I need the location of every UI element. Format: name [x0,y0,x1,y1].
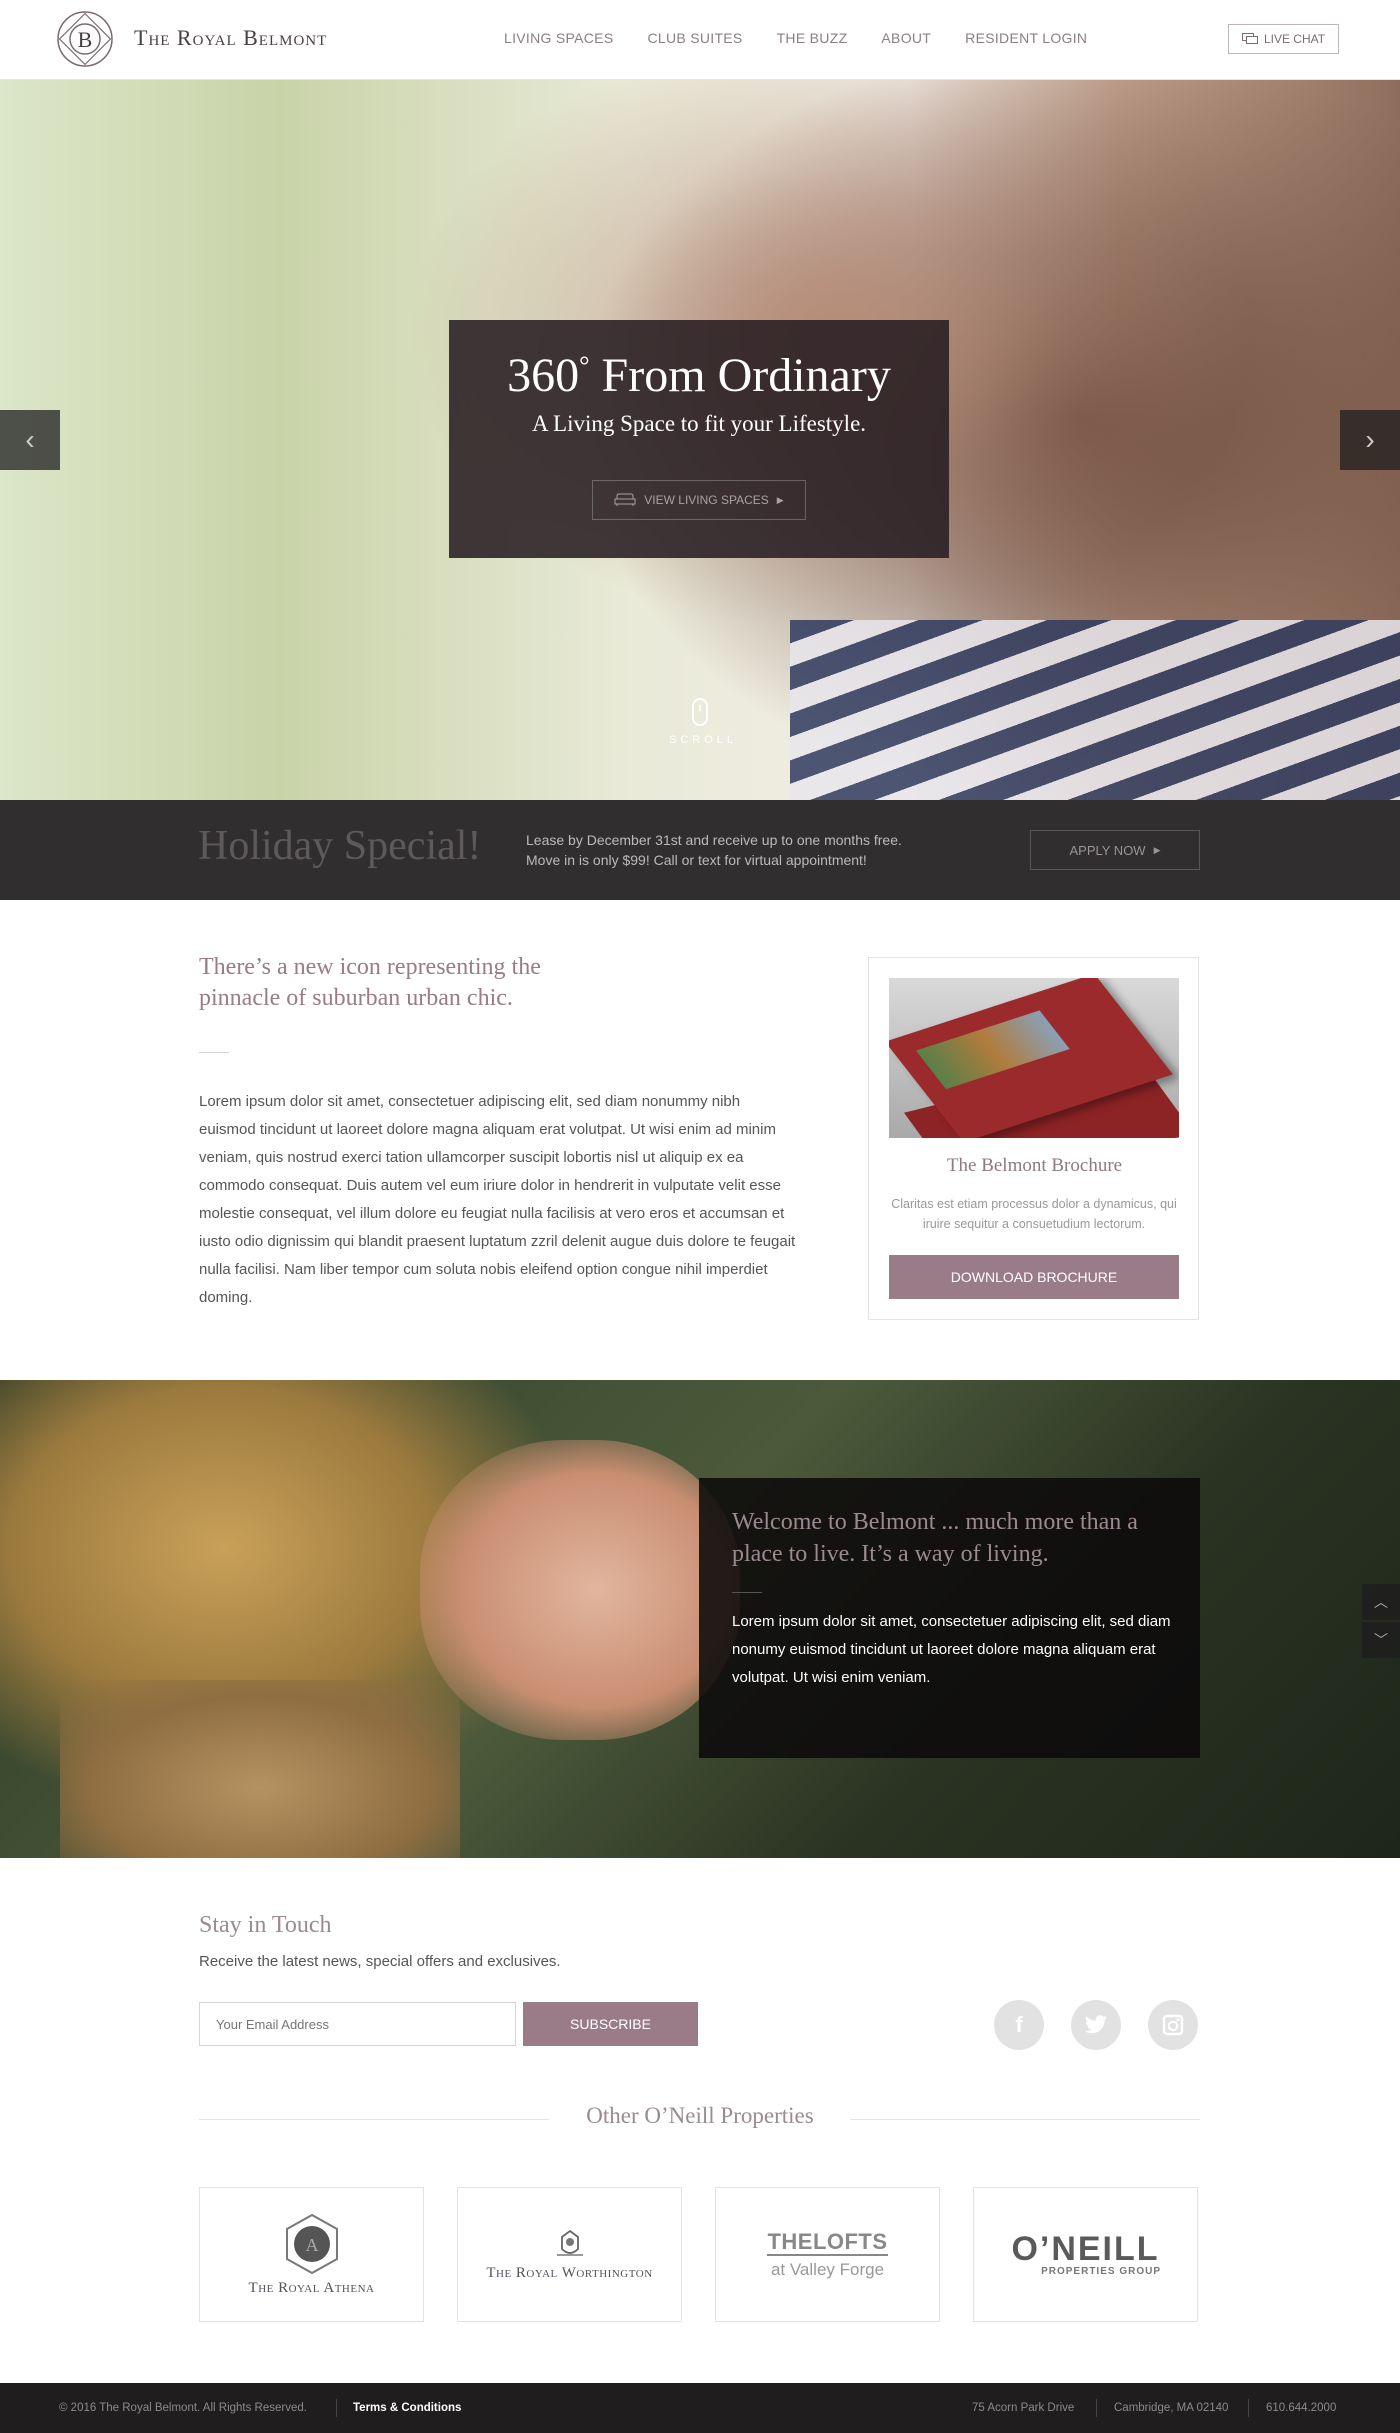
sofa-icon [614,493,636,506]
view-living-spaces-button[interactable]: View Living Spaces ▶ [592,480,806,520]
nav-club-suites[interactable]: Club Suites [647,30,742,46]
scroll-indicator[interactable]: SCROLL [669,698,733,746]
holiday-title: Holiday Special! [198,823,482,869]
divider [1096,2399,1097,2417]
caret-right-icon: ▶ [776,494,784,505]
holiday-line-1: Lease by December 31st and receive up to… [526,832,902,848]
nav-the-buzz[interactable]: The Buzz [777,30,848,46]
scroll-label: SCROLL [669,734,738,746]
hero-slider: ‹ › 360° From Ordinary A Living Space to… [0,80,1400,800]
mouse-icon [692,698,708,726]
apply-now-button[interactable]: Apply Now ▶ [1030,830,1200,870]
email-input[interactable] [199,2002,516,2046]
nav-about[interactable]: About [881,30,931,46]
welcome-photo-detail [60,1680,460,1858]
download-brochure-button[interactable]: Download Brochure [889,1255,1179,1299]
divider [1248,2399,1249,2417]
worthington-crest-icon [556,2229,583,2256]
twitter-icon[interactable] [1071,2000,1121,2050]
holiday-banner: Holiday Special! Lease by December 31st … [0,800,1400,900]
main-nav: Living Spaces Club Suites The Buzz About… [504,30,1121,46]
caret-right-icon: ▶ [1153,844,1161,855]
logo-initial: B [78,27,93,52]
newsletter-title: Stay in Touch [199,1912,332,1938]
chat-bubble-icon [1241,33,1258,44]
live-chat-label: Live Chat [1263,32,1326,46]
newsletter-subtitle: Receive the latest news, special offers … [199,1953,561,1970]
brand-name[interactable]: The Royal Belmont [134,25,327,51]
intro-body: Lorem ipsum dolor sit amet, consectetuer… [199,1093,796,1306]
oneill-logo-text: O’NEILL [1011,2230,1160,2268]
next-slide-arrow-icon[interactable]: › [1340,410,1400,470]
property-card-athena[interactable]: A The Royal Athena [199,2187,424,2322]
property-card-worthington[interactable]: The Royal Worthington [457,2187,682,2322]
lofts-logo-subtext: at Valley Forge [770,2259,885,2279]
hero-title: 360° From Ordinary [507,349,891,402]
terms-link[interactable]: Terms & Conditions [353,2402,461,2414]
divider [336,2399,337,2417]
property-name: The Royal Athena [248,2280,375,2296]
footer-city: Cambridge, MA 02140 [1114,2402,1229,2414]
nav-living-spaces[interactable]: Living Spaces [504,30,613,46]
brand-crest-icon[interactable]: B [55,9,115,69]
view-living-spaces-label: View Living Spaces [644,493,769,507]
athena-logo-icon: A [285,2213,338,2275]
apply-now-label: Apply Now [1069,842,1146,858]
property-card-oneill[interactable]: O’NEILL PROPERTIES GROUP [973,2187,1198,2322]
other-properties-title: Other O’Neill Properties [586,2103,814,2128]
lofts-logo-text: THELOFTS [767,2228,888,2256]
footer-phone[interactable]: 610.644.2000 [1266,2402,1336,2414]
welcome-box: Welcome to Belmont ... much more than a … [699,1478,1200,1758]
property-card-lofts[interactable]: THELOFTS at Valley Forge [715,2187,940,2322]
hero-caption-box: 360° From Ordinary A Living Space to fit… [449,320,949,558]
brochure-card: The Belmont Brochure Claritas est etiam … [868,957,1199,1320]
divider [732,1592,762,1593]
live-chat-button[interactable]: Live Chat [1228,24,1339,54]
site-header: B The Royal Belmont Living Spaces Club S… [0,0,1400,80]
prev-slide-arrow-icon[interactable]: ‹ [0,410,60,470]
hero-photo-detail [790,620,1400,800]
hero-subtitle: A Living Space to fit your Lifestyle. [531,411,867,436]
nav-resident-login[interactable]: Resident Login [965,30,1087,46]
site-footer: © 2016 The Royal Belmont. All Rights Res… [0,2383,1400,2433]
brochure-title: The Belmont Brochure [946,1155,1123,1176]
facebook-icon[interactable]: f [994,2000,1044,2050]
property-name: The Royal Worthington [486,2265,653,2281]
divider [199,1052,229,1053]
holiday-line-2: Move in is only $99! Call or text for vi… [526,852,867,868]
oneill-logo-subtext: PROPERTIES GROUP [1041,2266,1161,2277]
welcome-body: Lorem ipsum dolor sit amet, consectetuer… [732,1613,1171,1686]
brochure-text: Claritas est etiam processus dolor a dyn… [891,1197,1177,1231]
intro-heading: There’s a new icon representing the pinn… [199,954,541,1011]
chevron-up-icon[interactable]: ︿ [1362,1584,1400,1620]
holiday-text: Lease by December 31st and receive up to… [526,830,946,870]
chevron-down-icon[interactable]: ﹀ [1362,1622,1400,1658]
svg-text:A: A [305,2235,318,2255]
welcome-section: Welcome to Belmont ... much more than a … [0,1380,1400,1858]
welcome-photo-face [420,1440,740,1740]
brochure-image [889,978,1179,1138]
instagram-icon[interactable] [1148,2000,1198,2050]
footer-address: 75 Acorn Park Drive [972,2402,1075,2414]
copyright: © 2016 The Royal Belmont. All Rights Res… [59,2402,307,2414]
subscribe-button[interactable]: Subscribe [523,2002,698,2046]
welcome-title: Welcome to Belmont ... much more than a … [732,1509,1138,1567]
